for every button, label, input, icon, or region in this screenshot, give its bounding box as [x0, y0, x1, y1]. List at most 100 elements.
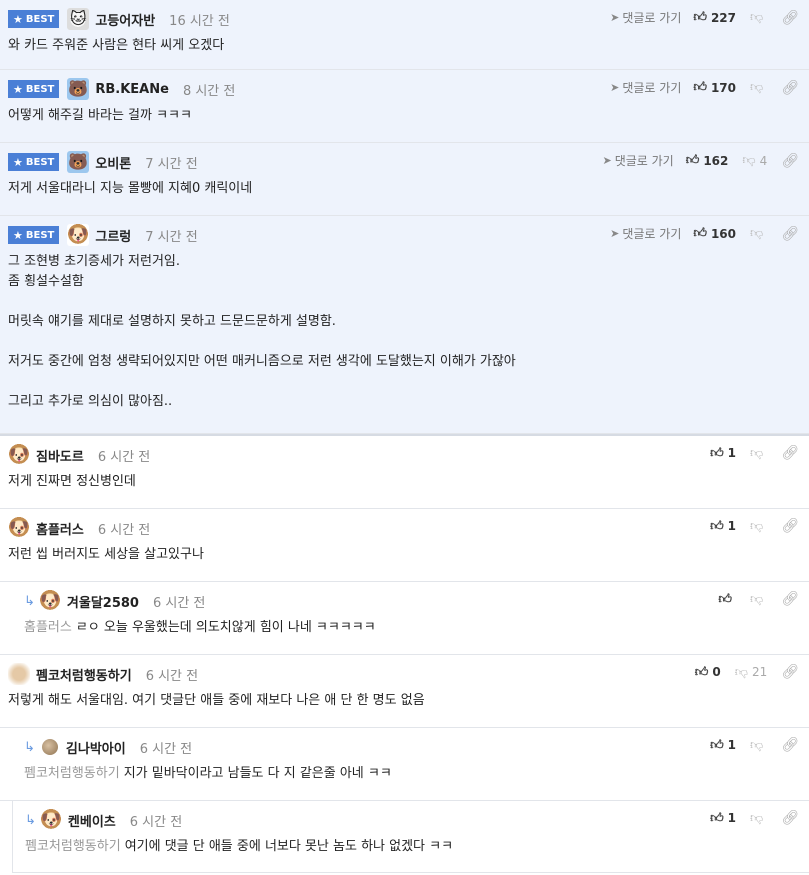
comment-text: 어떻게 해주길 바라는 걸까 ㅋㅋㅋ — [8, 108, 192, 123]
timestamp: 7 시간 전 — [145, 156, 198, 172]
best-comment: ★ BEST 🐶 그르렁 7 시간 전 그 조현병 초기증세가 저런거임. 좀 횡… — [0, 216, 809, 434]
downvote-button[interactable]: 👎︎ — [750, 519, 767, 534]
best-badge: ★ BEST — [8, 226, 60, 244]
avatar[interactable]: 🐶 — [8, 517, 30, 539]
mention[interactable]: 홈플러스 — [24, 620, 72, 635]
downvote-button[interactable]: 👎︎ 4 — [742, 153, 767, 168]
link-icon[interactable]: 🔗︎ — [781, 80, 799, 96]
thumbs-up-icon: 👍︎ — [710, 445, 724, 461]
timestamp: 16 시간 전 — [169, 13, 230, 29]
nickname[interactable]: RB.KEANe — [95, 82, 169, 97]
upvote-button[interactable]: 👍︎ 1 — [710, 519, 736, 534]
thumbs-down-icon: 👎︎ — [750, 226, 764, 241]
avatar[interactable]: 🐱 — [67, 8, 90, 30]
downvote-button[interactable]: 👎︎ — [750, 226, 767, 241]
nickname[interactable]: 겨울달2580 — [67, 592, 139, 611]
downvote-button[interactable]: 👎︎ — [750, 446, 767, 461]
link-icon[interactable]: 🔗︎ — [781, 153, 799, 169]
link-icon[interactable]: 🔗︎ — [781, 445, 799, 461]
upvote-button[interactable]: 👍︎ 227 — [693, 10, 736, 25]
comment: 펨코처럼행동하기 6 시간 전 저렇게 해도 서울대임. 여기 댓글단 애들 중… — [0, 655, 809, 728]
downvote-button[interactable]: 👎︎ 21 — [735, 665, 767, 680]
reply-arrow-icon: ↳ — [25, 812, 36, 828]
link-icon[interactable]: 🔗︎ — [781, 810, 799, 826]
thumbs-down-icon: 👎︎ — [750, 591, 764, 607]
upvote-button[interactable]: 👍︎ 1 — [710, 738, 736, 753]
thumbs-up-icon: 👍︎ — [693, 80, 707, 95]
star-icon: ★ — [13, 228, 23, 242]
reply-comment: ↳ 🐶 겨울달2580 6 시간 전 홈플러스 ㄹㅇ 오늘 우울했는데 의도치않게… — [0, 582, 809, 655]
upvote-button[interactable]: 👍︎ 1 — [710, 446, 736, 461]
star-icon: ★ — [13, 12, 23, 26]
thumbs-down-icon: 👎︎ — [750, 737, 764, 753]
avatar[interactable]: 🐶 — [67, 224, 90, 246]
link-icon[interactable]: 🔗︎ — [781, 518, 799, 534]
comment-text: 홈플러스 ㄹㅇ 오늘 우울했는데 의도치않게 힘이 나네 ㅋㅋㅋㅋㅋ — [24, 620, 376, 635]
best-badge: ★ BEST — [8, 10, 60, 28]
timestamp: 7 시간 전 — [145, 229, 198, 245]
best-comment: ★ BEST 🐻 RB.KEANe 8 시간 전 어떻게 해주길 바라는 걸까 ㅋ… — [0, 70, 809, 143]
thumbs-down-icon: 👎︎ — [750, 80, 764, 95]
upvote-button[interactable]: 👍︎ 0 — [695, 665, 721, 680]
timestamp: 6 시간 전 — [145, 668, 199, 684]
best-comment: ★ BEST 🐻 오비론 7 시간 전 저게 서울대라니 지능 몰빵에 지혜0 캐… — [0, 143, 809, 216]
link-icon[interactable]: 🔗︎ — [781, 10, 799, 26]
nickname[interactable]: 펨코처럼행동하기 — [36, 665, 132, 684]
nickname[interactable]: 오비론 — [95, 153, 131, 172]
nickname[interactable]: 켄베이츠 — [68, 811, 116, 830]
downvote-button[interactable]: 👎︎ — [750, 80, 767, 95]
downvote-button[interactable]: 👎︎ — [750, 10, 767, 25]
downvote-button[interactable]: 👎︎ — [750, 811, 767, 826]
downvote-button[interactable]: 👎︎ — [750, 592, 767, 607]
go-to-reply-link[interactable]: ➤ 댓글로 가기 — [602, 152, 673, 169]
timestamp: 6 시간 전 — [139, 741, 193, 757]
link-icon[interactable]: 🔗︎ — [781, 664, 799, 680]
arrow-icon: ➤ — [610, 81, 620, 94]
upvote-button[interactable]: 👍︎ — [718, 592, 736, 607]
thumbs-down-icon: 👎︎ — [750, 518, 764, 534]
go-to-reply-link[interactable]: ➤ 댓글로 가기 — [610, 9, 681, 26]
thumbs-up-icon: 👍︎ — [710, 737, 724, 753]
nickname[interactable]: 홈플러스 — [36, 519, 84, 538]
go-to-reply-link[interactable]: ➤ 댓글로 가기 — [610, 225, 681, 242]
nickname[interactable]: 짐바도르 — [36, 446, 84, 465]
link-icon[interactable]: 🔗︎ — [781, 591, 799, 607]
best-badge: ★ BEST — [8, 153, 60, 171]
timestamp: 6 시간 전 — [129, 814, 183, 830]
thumbs-down-icon: 👎︎ — [742, 153, 756, 168]
thumbs-up-icon: 👍︎ — [685, 153, 700, 168]
upvote-button[interactable]: 👍︎ 170 — [693, 80, 736, 95]
mention[interactable]: 펨코처럼행동하기 — [25, 839, 121, 854]
upvote-button[interactable]: 👍︎ 160 — [693, 226, 736, 241]
downvote-button[interactable]: 👎︎ — [750, 738, 767, 753]
thumbs-down-icon: 👎︎ — [750, 445, 764, 461]
link-icon[interactable]: 🔗︎ — [781, 226, 799, 242]
avatar[interactable] — [8, 663, 30, 685]
link-icon[interactable]: 🔗︎ — [781, 737, 799, 753]
go-to-reply-link[interactable]: ➤ 댓글로 가기 — [610, 79, 681, 96]
upvote-button[interactable]: 👍︎ 162 — [686, 153, 729, 168]
mention[interactable]: 펨코처럼행동하기 — [24, 766, 120, 781]
upvote-button[interactable]: 👍︎ 1 — [710, 811, 736, 826]
avatar[interactable]: 🐶 — [8, 444, 30, 466]
arrow-icon: ➤ — [610, 227, 620, 240]
reply-arrow-icon: ↳ — [24, 593, 35, 609]
avatar[interactable]: 🐻 — [67, 78, 90, 100]
thumbs-up-icon: 👍︎ — [694, 664, 709, 680]
timestamp: 6 시간 전 — [97, 522, 151, 538]
thumbs-down-icon: 👎︎ — [750, 810, 764, 826]
nickname[interactable]: 고등어자반 — [95, 10, 155, 29]
reply-comment: ↳ 🐶 켄베이츠 6 시간 전 펨코처럼행동하기 여기에 댓글 단 애들 중에 너… — [12, 801, 809, 873]
comment: 🐶 짐바도르 6 시간 전 저게 진짜면 정신병인데 👍︎ 1 👎︎ 🔗︎ — [0, 436, 809, 509]
avatar[interactable]: 🐻 — [67, 151, 90, 173]
thumbs-down-icon: 👎︎ — [750, 10, 764, 25]
best-badge: ★ BEST — [8, 80, 60, 98]
timestamp: 6 시간 전 — [97, 449, 151, 465]
avatar[interactable] — [41, 739, 58, 755]
star-icon: ★ — [13, 82, 23, 96]
avatar[interactable]: 🐶 — [38, 590, 61, 612]
avatar[interactable]: 🐶 — [39, 809, 62, 831]
star-icon: ★ — [13, 155, 23, 169]
nickname[interactable]: 그르렁 — [95, 226, 131, 245]
nickname[interactable]: 김나박아이 — [66, 738, 126, 757]
